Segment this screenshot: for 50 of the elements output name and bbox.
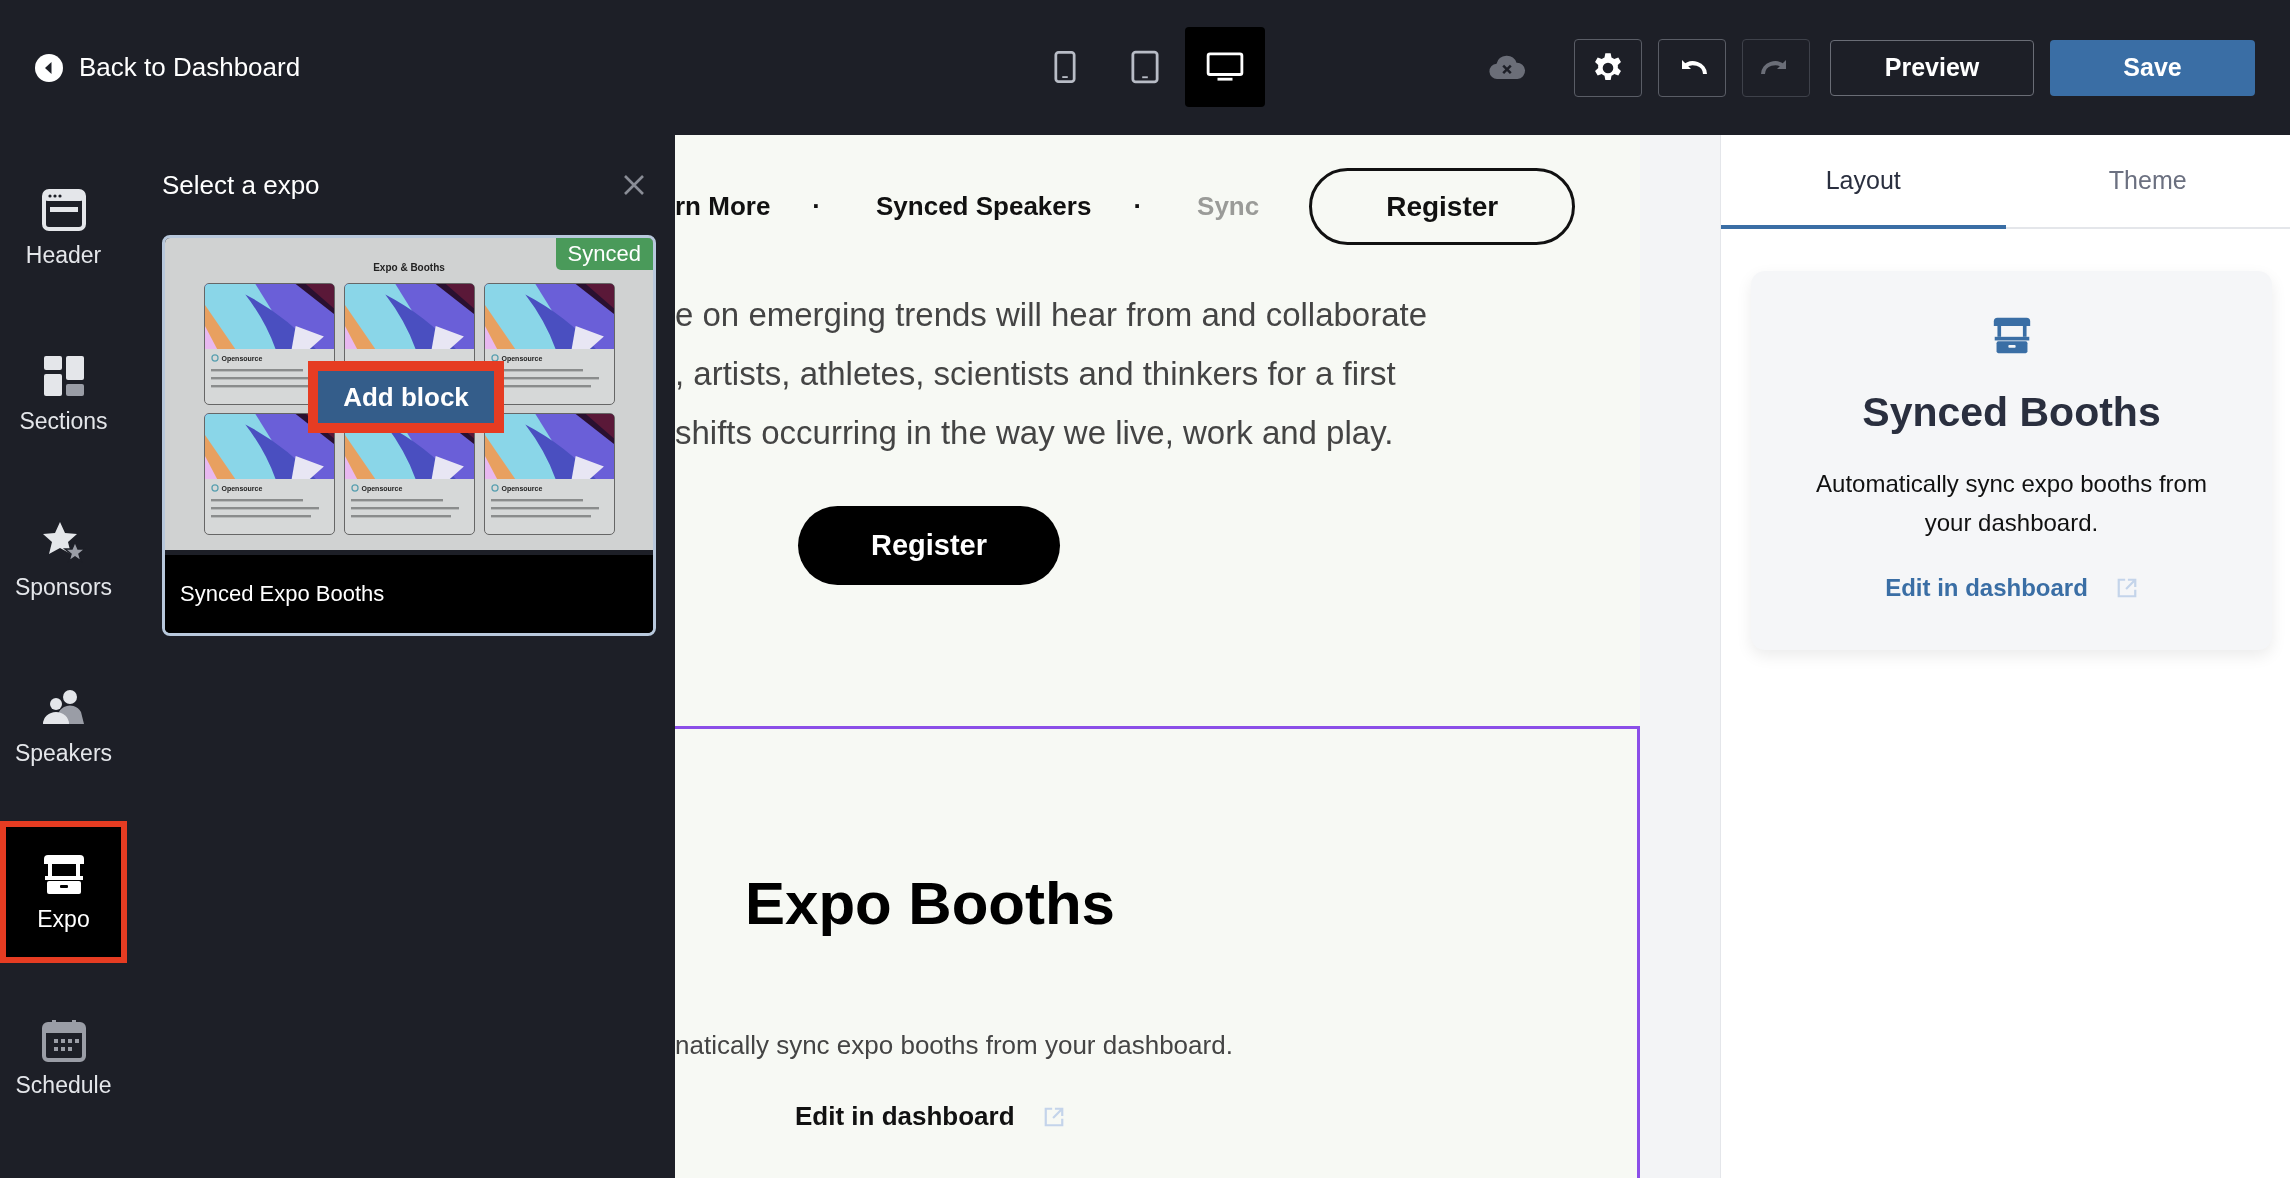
back-icon (35, 53, 63, 82)
ring-logo-icon (490, 484, 499, 492)
ring-logo-icon (350, 484, 359, 492)
panel-title: Select a expo (162, 169, 320, 201)
sidebar-item[interactable]: Sponsors (0, 489, 127, 631)
layout-blocks-icon (41, 353, 86, 398)
register-button[interactable]: Register (798, 506, 1060, 585)
sidebar-item[interactable]: Schedule (0, 987, 127, 1129)
sidebar-item[interactable]: Header (0, 157, 127, 299)
monitor-icon (1206, 52, 1244, 82)
nav-separator: · (812, 191, 821, 222)
undo-button[interactable] (1658, 38, 1726, 97)
sidebar-item[interactable]: Sections (0, 323, 127, 465)
save-button[interactable]: Save (2050, 39, 2255, 96)
preview-heading: Expo & Booths (373, 262, 445, 273)
section-title: Expo Booths (745, 869, 1116, 938)
close-icon[interactable] (622, 173, 646, 197)
browser-window-icon (41, 187, 86, 232)
section-text: natically sync expo booths from your dashboard. (675, 1030, 1234, 1061)
tab[interactable]: Theme (2005, 135, 2290, 229)
ring-logo-icon (210, 484, 219, 492)
ring-logo-icon (210, 354, 219, 362)
body-text: shifts occurring in the way we live, work and play. (675, 413, 1395, 453)
ring-logo-icon (490, 354, 499, 362)
nav-link[interactable]: Synced Speakers (876, 191, 1092, 222)
desktop-view-button[interactable] (1185, 27, 1265, 107)
nav-link[interactable]: rn More (675, 191, 771, 222)
add-block-button[interactable]: Add block (308, 361, 504, 433)
card-title: Synced Booths (1862, 389, 2161, 436)
calendar-icon (41, 1017, 86, 1062)
card-text: Automatically sync expo booths from your dashboard. (1815, 469, 2208, 538)
sidebar-item[interactable]: Expo (0, 821, 127, 963)
body-text: e on emerging trends will hear from and collaborate (675, 295, 1429, 335)
cloud-off-icon (1488, 54, 1526, 81)
sidebar-item[interactable]: Speakers (0, 655, 127, 797)
external-link-icon (2115, 577, 2138, 599)
synced-badge: Synced (555, 238, 653, 270)
edit-link[interactable]: Edit in dashboard (1885, 574, 2088, 602)
register-button[interactable]: Register (1309, 168, 1576, 245)
preview-button[interactable]: Preview (1830, 39, 2034, 96)
phone-icon (1054, 50, 1076, 84)
edit-link[interactable]: Edit in dashboard (795, 1101, 1015, 1132)
tab[interactable]: Layout (1721, 135, 2006, 229)
body-text: , artists, athletes, scientists and thinkers for a first (675, 354, 1397, 394)
tablet-icon (1131, 50, 1159, 84)
external-link-icon (1042, 1105, 1065, 1128)
nav-separator: · (1133, 191, 1143, 222)
back-link[interactable]: Back to Dashboard (35, 52, 301, 83)
settings-button[interactable] (1574, 38, 1642, 97)
booth-icon (1991, 315, 2032, 355)
